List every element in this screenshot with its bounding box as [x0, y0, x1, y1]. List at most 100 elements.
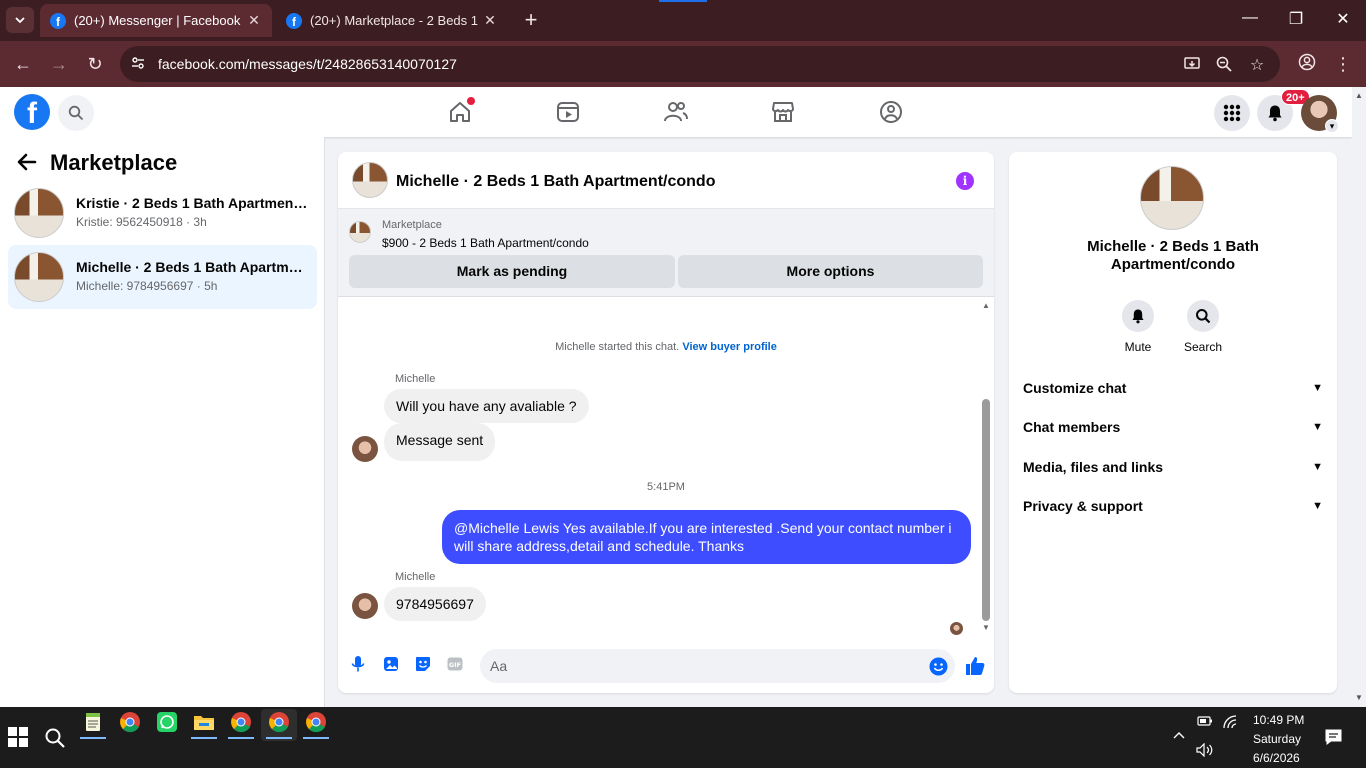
tab-search-button[interactable]: [6, 7, 34, 33]
taskbar-running-indicator: [191, 737, 217, 739]
account-avatar[interactable]: ▾: [1301, 95, 1339, 133]
windows-taskbar: 10:49 PM Saturday 6/6/2026: [0, 707, 1366, 768]
outgoing-message[interactable]: @Michelle Lewis Yes available.If you are…: [442, 510, 971, 564]
gif-icon[interactable]: GIF: [446, 655, 464, 673]
search-icon: [1196, 309, 1211, 324]
incoming-message[interactable]: Will you have any avaliable ?: [384, 389, 589, 423]
install-app-icon[interactable]: [1182, 55, 1202, 78]
emoji-icon[interactable]: [929, 657, 948, 676]
speaker-icon[interactable]: [1196, 742, 1214, 760]
media-files-links-section[interactable]: Media, files and links ▼: [1023, 455, 1323, 479]
video-icon[interactable]: [555, 99, 581, 125]
url-text[interactable]: facebook.com/messages/t/2482865314007012…: [158, 56, 457, 72]
gaming-icon[interactable]: [878, 99, 904, 125]
conversation-name: Michelle · 2 Beds 1 Bath Apartmen...: [76, 259, 308, 275]
mark-as-pending-button[interactable]: Mark as pending: [349, 255, 675, 288]
facebook-logo-icon[interactable]: f: [14, 94, 50, 130]
zoom-icon[interactable]: [1214, 55, 1234, 78]
chevron-up-icon[interactable]: [1172, 729, 1186, 743]
site-settings-icon[interactable]: [130, 55, 148, 73]
tab-title: (20+) Marketplace - 2 Beds 1 Ba: [310, 13, 482, 28]
seen-avatar: [950, 622, 963, 635]
listing-thumbnail[interactable]: [1140, 166, 1204, 230]
wifi-icon[interactable]: [1222, 715, 1238, 732]
search-icon[interactable]: [44, 727, 66, 749]
sender-name: Michelle: [395, 571, 436, 583]
page-scrollbar[interactable]: ▲ ▼: [1352, 87, 1366, 707]
close-icon[interactable]: ✕: [482, 12, 498, 29]
listing-thumbnail: [14, 252, 64, 302]
browser-menu-icon[interactable]: ⋮: [1332, 53, 1354, 75]
chevron-down-icon: ▼: [1312, 421, 1323, 433]
chat-scrollbar[interactable]: ▲ ▼: [979, 297, 993, 635]
like-thumb-icon[interactable]: [964, 655, 986, 677]
view-buyer-profile-link[interactable]: View buyer profile: [682, 341, 777, 353]
windows-start-icon[interactable]: [7, 726, 29, 748]
listing-price-title[interactable]: $900 - 2 Beds 1 Bath Apartment/condo: [382, 236, 589, 250]
close-icon[interactable]: ✕: [246, 12, 262, 29]
marketplace-icon[interactable]: [770, 99, 796, 125]
conversation-preview: Michelle: 9784956697 · 5h: [76, 279, 218, 293]
bell-icon: [1132, 309, 1144, 324]
chat-title[interactable]: Michelle · 2 Beds 1 Bath Apartment/condo: [396, 173, 715, 191]
chrome-icon[interactable]: [230, 711, 252, 733]
tab-marketplace[interactable]: f (20+) Marketplace - 2 Beds 1 Ba ✕: [276, 4, 508, 37]
facebook-icon: f: [286, 12, 302, 29]
notepad-icon[interactable]: [82, 711, 104, 733]
address-bar[interactable]: facebook.com/messages/t/2482865314007012…: [120, 46, 1280, 82]
conversation-item-michelle[interactable]: Michelle · 2 Beds 1 Bath Apartmen... Mic…: [8, 245, 317, 309]
incoming-message[interactable]: Message sent: [384, 423, 496, 461]
chrome-icon[interactable]: [119, 711, 141, 733]
scroll-down-arrow-icon[interactable]: ▼: [982, 623, 990, 632]
microphone-icon[interactable]: [349, 655, 367, 673]
conversation-name: Kristie · 2 Beds 1 Bath Apartment/c...: [76, 195, 308, 211]
scroll-down-arrow-icon[interactable]: ▼: [1355, 693, 1363, 702]
message-input[interactable]: [480, 649, 955, 683]
conversation-item-kristie[interactable]: Kristie · 2 Beds 1 Bath Apartment/c... K…: [8, 181, 317, 245]
scroll-up-arrow-icon[interactable]: ▲: [982, 301, 990, 310]
more-options-button[interactable]: More options: [678, 255, 983, 288]
scroll-thumb[interactable]: [982, 399, 990, 621]
notification-center-icon[interactable]: [1325, 729, 1342, 748]
forward-arrow-icon[interactable]: →: [48, 53, 70, 75]
message-composer: GIF: [338, 647, 994, 693]
privacy-support-section[interactable]: Privacy & support ▼: [1023, 494, 1323, 518]
sticker-icon[interactable]: [414, 655, 432, 673]
sender-avatar[interactable]: [352, 593, 378, 619]
back-arrow-icon[interactable]: ←: [12, 53, 34, 75]
system-message: Michelle started this chat. View buyer p…: [555, 341, 777, 353]
tab-messenger[interactable]: f (20+) Messenger | Facebook ✕: [40, 4, 272, 37]
back-arrow-icon[interactable]: [16, 151, 38, 179]
scroll-up-arrow-icon[interactable]: ▲: [1355, 91, 1363, 100]
taskbar-running-indicator: [228, 737, 254, 739]
whatsapp-icon[interactable]: [156, 711, 178, 733]
sender-avatar[interactable]: [352, 436, 378, 462]
friends-icon[interactable]: [663, 99, 689, 125]
incoming-message[interactable]: 9784956697: [384, 587, 486, 621]
system-clock[interactable]: 10:49 PM Saturday 6/6/2026: [1253, 711, 1304, 768]
chevron-down-icon: ▼: [1312, 461, 1323, 473]
chat-members-section[interactable]: Chat members ▼: [1023, 415, 1323, 439]
battery-icon[interactable]: [1197, 715, 1213, 730]
file-explorer-icon[interactable]: [193, 711, 215, 733]
menu-button[interactable]: [1214, 95, 1250, 131]
mute-button[interactable]: Mute: [1108, 300, 1168, 354]
facebook-search-button[interactable]: [58, 95, 94, 131]
window-close-icon[interactable]: ✕: [1333, 9, 1353, 29]
minimize-icon[interactable]: —: [1240, 9, 1260, 27]
taskbar-running-indicator: [266, 737, 292, 739]
new-tab-button[interactable]: +: [520, 8, 542, 32]
chrome-icon[interactable]: [305, 711, 327, 733]
restore-icon[interactable]: ❐: [1286, 9, 1306, 29]
info-icon[interactable]: i: [956, 172, 974, 190]
customize-chat-section[interactable]: Customize chat ▼: [1023, 376, 1323, 400]
chat-window: Michelle · 2 Beds 1 Bath Apartment/condo…: [338, 152, 994, 693]
reload-icon[interactable]: ↻: [84, 53, 106, 75]
search-in-conversation-button[interactable]: Search: [1173, 300, 1233, 354]
browser-tab-bar: f (20+) Messenger | Facebook ✕ f (20+) M…: [0, 0, 1366, 41]
listing-thumbnail[interactable]: [352, 162, 388, 198]
chrome-icon[interactable]: [268, 711, 290, 733]
profile-icon[interactable]: [1296, 53, 1318, 75]
bookmark-star-icon[interactable]: ☆: [1247, 55, 1267, 75]
photo-icon[interactable]: [382, 655, 400, 673]
